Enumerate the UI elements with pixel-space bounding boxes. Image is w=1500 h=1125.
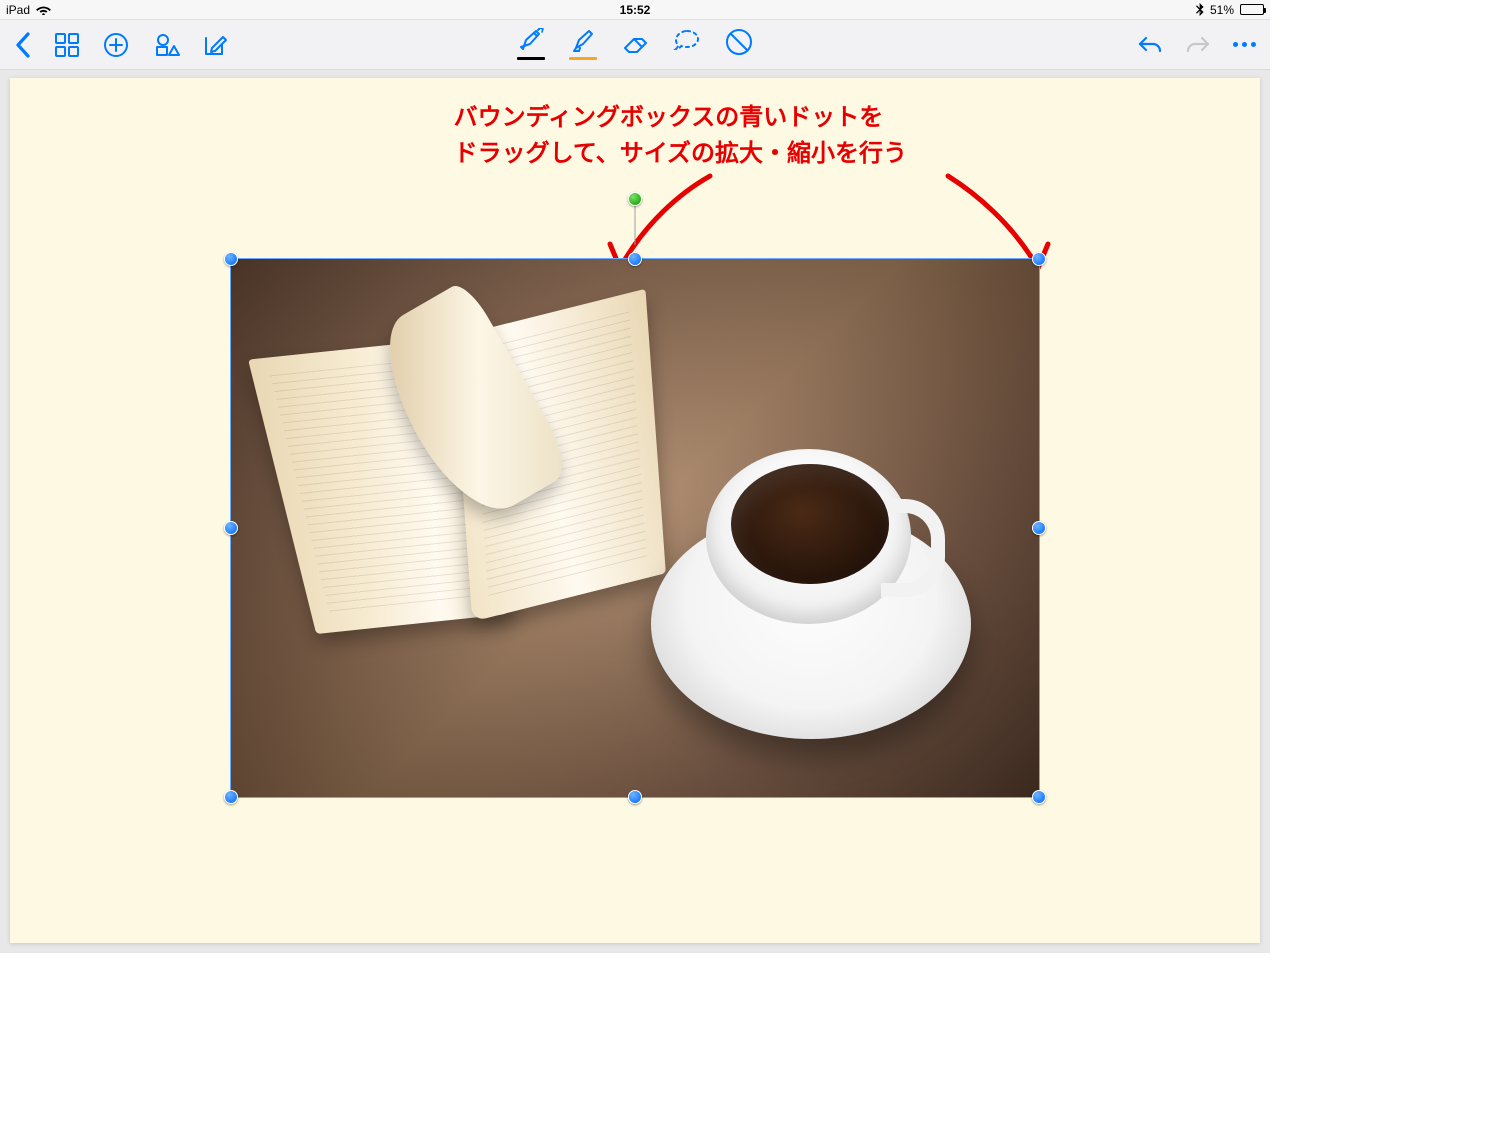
status-bar: iPad 15:52 51% [0,0,1270,20]
text-style-tool[interactable] [725,28,753,62]
wifi-icon [36,4,51,15]
status-time: 15:52 [620,3,651,17]
note-page[interactable]: バウンディングボックスの青いドットを ドラッグして、サイズの拡大・縮小を行う [10,78,1260,943]
image-bounding-box[interactable] [230,258,1040,798]
status-left: iPad [6,3,51,17]
image-coffee [731,464,889,584]
battery-icon [1240,4,1264,15]
placed-image[interactable] [231,259,1039,797]
resize-handle-br[interactable] [1032,790,1046,804]
status-right: 51% [1196,3,1264,17]
resize-handle-tr[interactable] [1032,252,1046,266]
more-icon [1233,42,1256,47]
grid-view-button[interactable] [54,32,80,58]
resize-handle-mr[interactable] [1032,521,1046,535]
device-label: iPad [6,3,30,17]
pen-tool[interactable] [517,28,545,60]
resize-handle-bc[interactable] [628,790,642,804]
resize-handle-tc[interactable] [628,252,642,266]
more-button[interactable] [1233,42,1256,47]
lasso-tool[interactable] [673,28,701,58]
canvas[interactable]: バウンディングボックスの青いドットを ドラッグして、サイズの拡大・縮小を行う [0,70,1270,953]
redo-button[interactable] [1185,34,1211,56]
shapes-button[interactable] [152,31,180,59]
add-button[interactable] [102,31,130,59]
toolbar [0,20,1270,70]
resize-handle-ml[interactable] [224,521,238,535]
image-book [244,265,718,683]
highlighter-tool[interactable] [569,28,597,60]
resize-handle-bl[interactable] [224,790,238,804]
resize-handle-tl[interactable] [224,252,238,266]
annotation-text: バウンディングボックスの青いドットを ドラッグして、サイズの拡大・縮小を行う [454,100,907,172]
battery-percent: 51% [1210,3,1234,17]
compose-button[interactable] [202,32,228,58]
back-button[interactable] [14,31,32,59]
bluetooth-icon [1196,3,1204,16]
undo-button[interactable] [1137,34,1163,56]
rotation-handle[interactable] [628,192,642,206]
eraser-tool[interactable] [621,28,649,60]
